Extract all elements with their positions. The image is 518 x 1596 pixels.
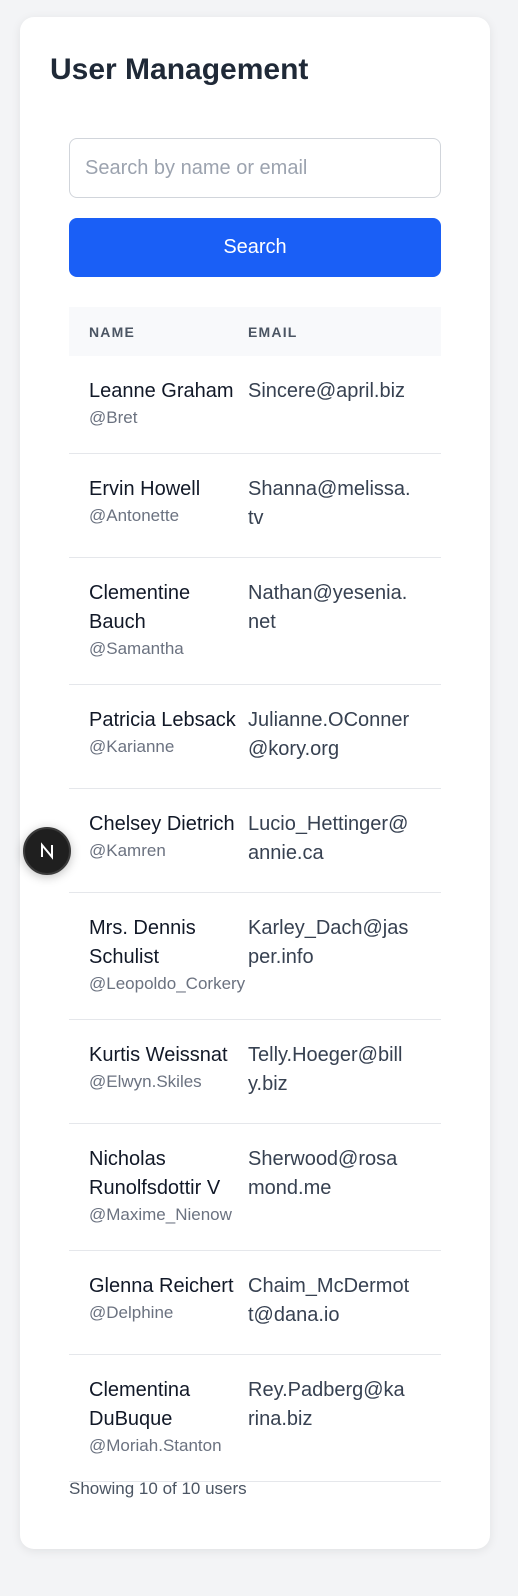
table-row: Clementine Bauch @Samantha Nathan@yeseni… [69,558,441,685]
name-cell: Patricia Lebsack @Karianne [69,706,248,764]
user-email: Rey.Padberg@karina.biz [248,1379,405,1430]
user-username: @Leopoldo_Corkery [89,974,246,993]
table-row: Chelsey Dietrich @Kamren Lucio_Hettinger… [69,789,441,893]
user-email: Lucio_Hettinger@annie.ca [248,813,409,864]
name-cell: Clementina DuBuque @Moriah.Stanton [69,1376,248,1457]
user-email: Karley_Dach@jasper.info [248,917,409,968]
user-username: @Moriah.Stanton [89,1436,222,1455]
user-username: @Karianne [89,737,175,756]
user-username: @Bret [89,408,138,427]
user-full-name: Patricia Lebsack [89,709,236,731]
search-button[interactable]: Search [69,218,441,277]
table-row: Clementina DuBuque @Moriah.Stanton Rey.P… [69,1355,441,1482]
name-cell: Leanne Graham @Bret [69,377,248,429]
user-full-name: Clementina DuBuque [89,1379,191,1430]
user-full-name: Mrs. Dennis Schulist [89,917,196,968]
user-full-name: Kurtis Weissnat [89,1044,228,1066]
user-username: @Antonette [89,506,180,525]
name-cell: Chelsey Dietrich @Kamren [69,810,248,868]
name-cell: Kurtis Weissnat @Elwyn.Skiles [69,1041,248,1099]
user-full-name: Ervin Howell [89,478,201,500]
user-email: Sherwood@rosamond.me [248,1148,398,1199]
nextjs-logo-icon [41,842,53,860]
table-row: Ervin Howell @Antonette Shanna@melissa.t… [69,454,441,558]
user-full-name: Chelsey Dietrich [89,813,235,835]
user-email: Sincere@april.biz [248,380,406,402]
user-email: Telly.Hoeger@billy.biz [248,1044,403,1095]
table-row: Patricia Lebsack @Karianne Julianne.OCon… [69,685,441,789]
page-title: User Management [50,53,309,86]
user-username: @Samantha [89,639,184,658]
name-cell: Clementine Bauch @Samantha [69,579,248,660]
user-full-name: Nicholas Runolfsdottir V [89,1148,221,1199]
users-table: NAME EMAIL Leanne Graham @Bret Sincere@a… [69,307,441,1482]
user-email: Chaim_McDermott@dana.io [248,1275,410,1326]
table-row: Kurtis Weissnat @Elwyn.Skiles Telly.Hoeg… [69,1020,441,1124]
name-cell: Nicholas Runolfsdottir V @Maxime_Nienow [69,1145,248,1226]
table-row: Mrs. Dennis Schulist @Leopoldo_Corkery K… [69,893,441,1020]
name-cell: Mrs. Dennis Schulist @Leopoldo_Corkery [69,914,248,995]
table-header: NAME EMAIL [69,307,441,356]
user-full-name: Leanne Graham [89,380,234,402]
table-row: Glenna Reichert @Delphine Chaim_McDermot… [69,1251,441,1355]
search-input[interactable] [69,138,441,198]
user-username: @Delphine [89,1303,174,1322]
user-email: Nathan@yesenia.net [248,582,408,633]
table-row: Nicholas Runolfsdottir V @Maxime_Nienow … [69,1124,441,1251]
user-full-name: Glenna Reichert [89,1275,234,1297]
user-email: Julianne.OConner@kory.org [248,709,410,760]
user-username: @Maxime_Nienow [89,1205,232,1224]
table-row: Leanne Graham @Bret Sincere@april.biz [69,356,441,454]
user-management-card: User Management Search NAME EMAIL Leanne… [20,17,490,1549]
user-username: @Elwyn.Skiles [89,1072,202,1091]
user-email: Shanna@melissa.tv [248,478,411,529]
name-cell: Glenna Reichert @Delphine [69,1272,248,1330]
results-summary: Showing 10 of 10 users [69,1479,247,1498]
dev-tools-badge[interactable] [23,827,71,875]
name-cell: Ervin Howell @Antonette [69,475,248,533]
column-header-name: NAME [89,323,136,340]
user-full-name: Clementine Bauch [89,582,191,633]
user-username: @Kamren [89,841,166,860]
column-header-email: EMAIL [248,323,298,340]
